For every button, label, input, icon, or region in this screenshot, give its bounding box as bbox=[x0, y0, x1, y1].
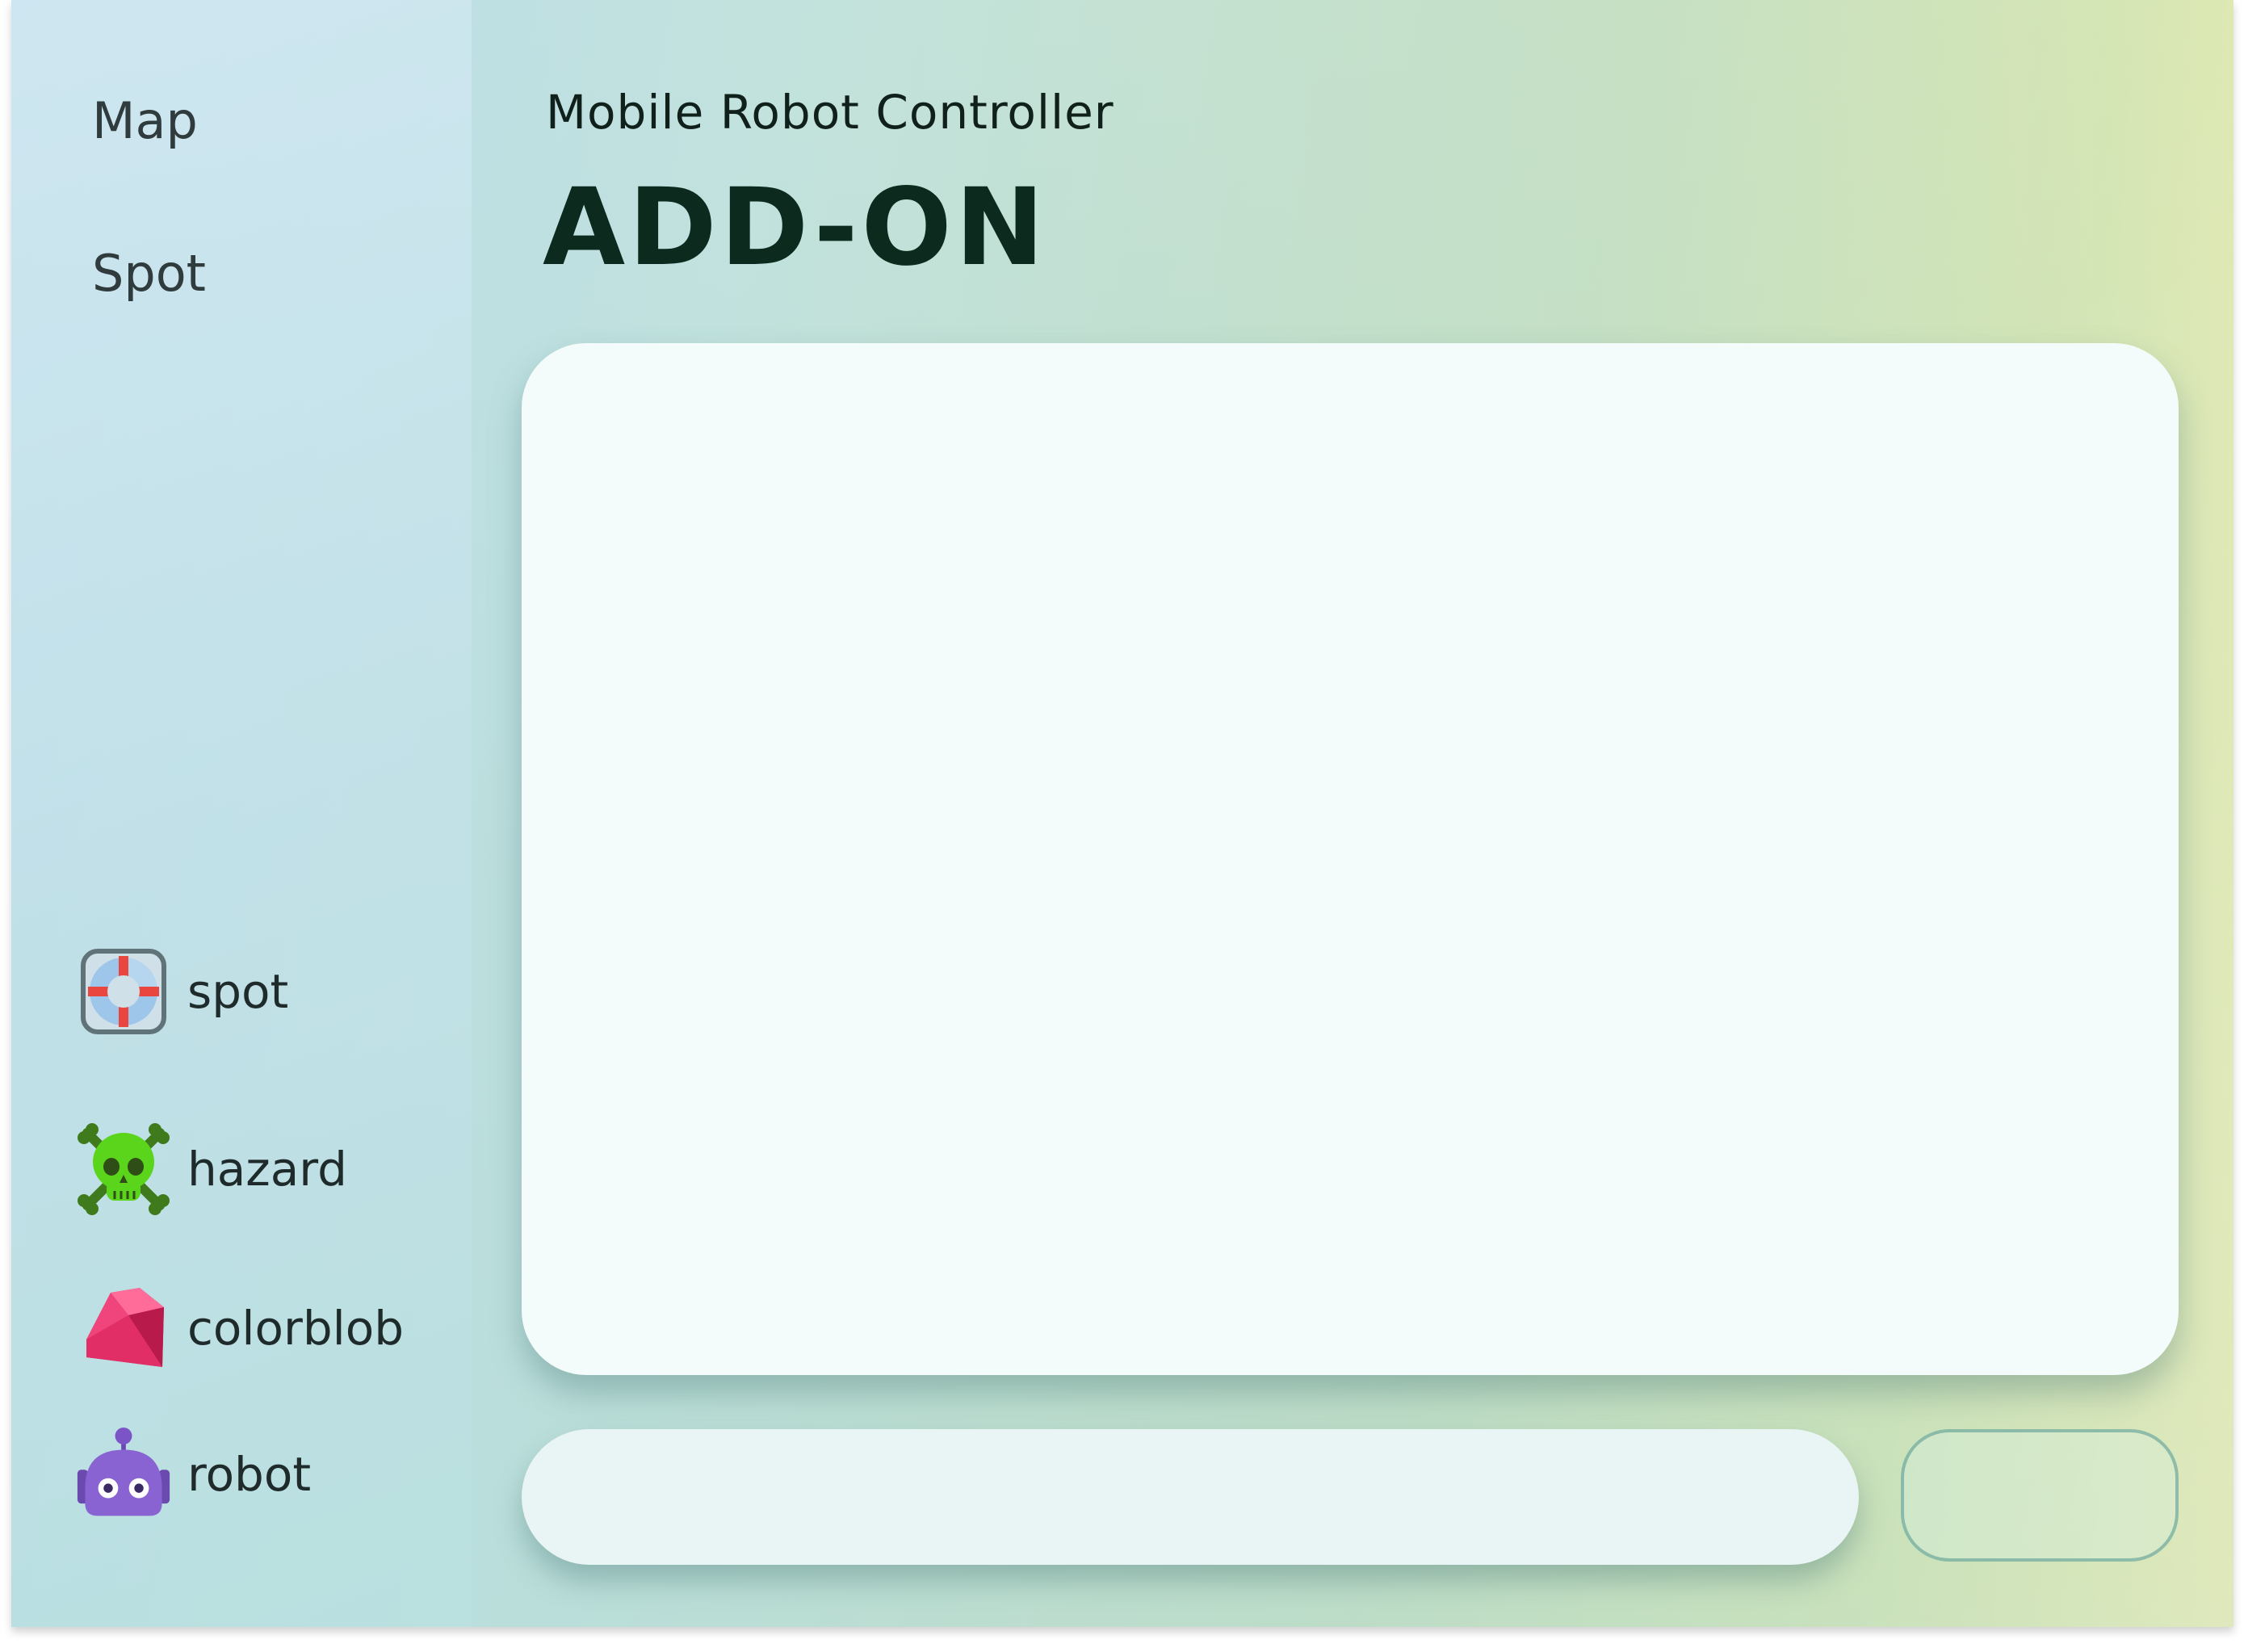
app-subtitle: Mobile Robot Controller bbox=[546, 85, 1114, 140]
tool-label-hazard: hazard bbox=[187, 1142, 347, 1197]
tool-label-robot: robot bbox=[187, 1447, 312, 1502]
tool-label-spot: spot bbox=[187, 964, 289, 1019]
nav-item-map[interactable]: Map bbox=[92, 91, 198, 150]
lifebuoy-icon bbox=[76, 944, 171, 1039]
page-title: ADD-ON bbox=[543, 166, 1048, 290]
main-area: Mobile Robot Controller ADD-ON bbox=[472, 0, 2234, 1627]
tool-item-colorblob[interactable]: colorblob bbox=[76, 1280, 404, 1377]
app-window: Map Spot spot hazard colorblob robot Mob… bbox=[11, 0, 2234, 1627]
message-input[interactable] bbox=[522, 1429, 1859, 1565]
tool-item-spot[interactable]: spot bbox=[76, 943, 288, 1040]
sidebar: Map Spot spot hazard colorblob robot bbox=[11, 0, 472, 1627]
robot-icon bbox=[76, 1427, 171, 1522]
content-panel bbox=[522, 343, 2179, 1375]
skull-crossbones-icon bbox=[76, 1122, 171, 1217]
gem-icon bbox=[76, 1281, 171, 1376]
tool-label-colorblob: colorblob bbox=[187, 1301, 405, 1356]
tool-item-hazard[interactable]: hazard bbox=[76, 1121, 347, 1218]
nav-item-spot[interactable]: Spot bbox=[92, 244, 206, 303]
tool-item-robot[interactable]: robot bbox=[76, 1426, 311, 1523]
send-button[interactable] bbox=[1901, 1429, 2179, 1562]
